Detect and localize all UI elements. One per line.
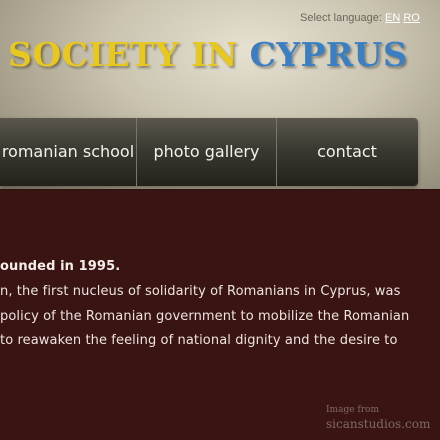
- content-paragraph-line: to reawaken the feeling of national dign…: [0, 333, 398, 348]
- nav-item-romanian-school[interactable]: romanian school: [0, 118, 136, 186]
- main-navigation: romanian school photo gallery contact: [0, 118, 418, 186]
- content-area: ounded in 1995. n, the first nucleus of …: [0, 190, 440, 440]
- site-header: Select language: EN RO SOCIETY IN CYPRUS…: [0, 0, 440, 190]
- nav-item-contact[interactable]: contact: [277, 118, 417, 186]
- site-title: SOCIETY IN CYPRUS: [8, 30, 407, 80]
- content-paragraph-line: policy of the Romanian government to mob…: [0, 309, 410, 324]
- content-paragraph-line: n, the first nucleus of solidarity of Ro…: [0, 284, 401, 299]
- language-en-link[interactable]: EN: [385, 12, 400, 24]
- site-title-part1: SOCIETY IN: [8, 35, 250, 74]
- site-title-part2: CYPRUS: [249, 35, 408, 74]
- content-heading-line: ounded in 1995.: [0, 259, 121, 274]
- language-ro-link[interactable]: RO: [403, 12, 420, 24]
- watermark-line-1: Image from: [326, 405, 379, 415]
- image-source-watermark: Image from sicanstudios.com: [326, 405, 436, 435]
- watermark-line-2: sicanstudios.com: [326, 417, 431, 431]
- language-selector: Select language: EN RO: [300, 12, 440, 26]
- nav-item-photo-gallery[interactable]: photo gallery: [137, 118, 276, 186]
- language-label: Select language:: [300, 12, 382, 24]
